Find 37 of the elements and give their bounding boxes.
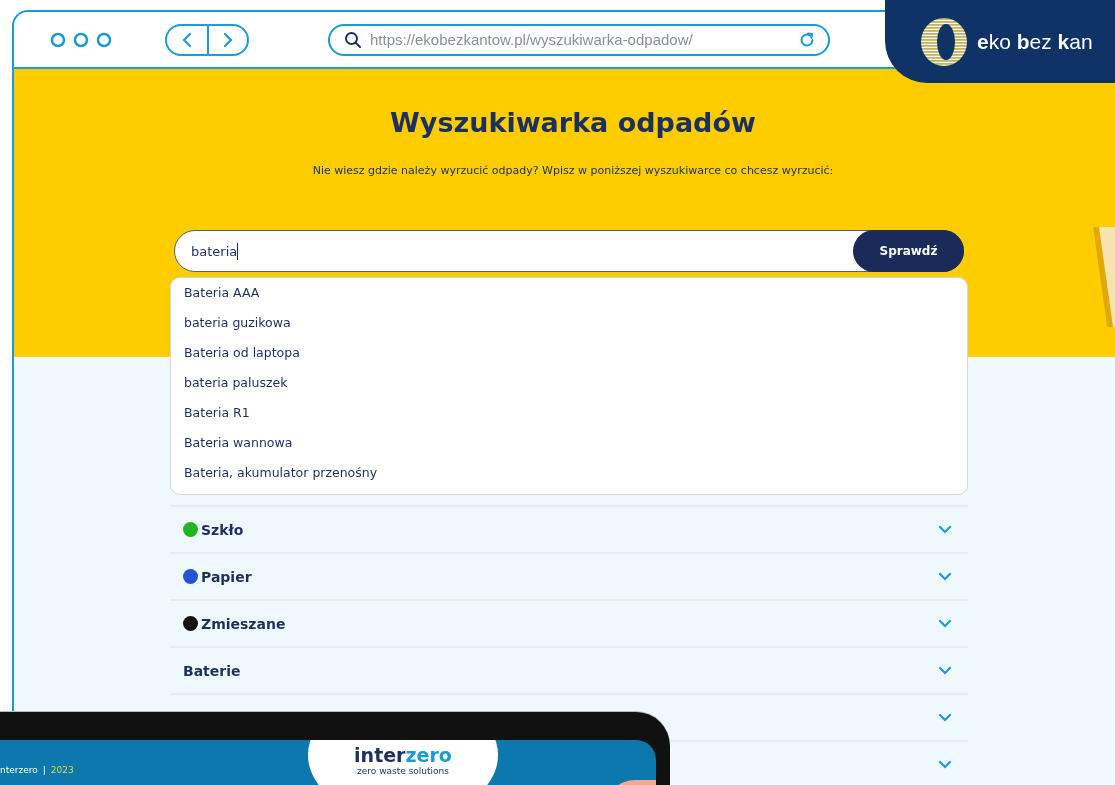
category-label: Zmieszane — [201, 615, 286, 632]
chevron-down-icon — [938, 571, 952, 582]
window-dots-icon — [50, 31, 112, 48]
category-row[interactable]: Zmieszane — [170, 599, 968, 646]
chevron-right-icon — [222, 31, 234, 48]
chevron-down-icon — [938, 712, 952, 723]
category-label: Baterie — [183, 662, 241, 679]
brand-name: eko bez kan — [977, 29, 1093, 54]
suggestion-item[interactable]: Bateria od laptopa — [171, 340, 967, 370]
category-row[interactable]: Papier — [170, 552, 968, 599]
suggestion-item[interactable]: Bateria R1 — [171, 400, 967, 430]
footer-separator: | — [42, 765, 46, 775]
page-title: Wyszukiwarka odpadów — [390, 107, 756, 138]
striped-ring-icon — [919, 16, 969, 67]
category-label: Szkło — [201, 521, 244, 538]
suggestion-item[interactable]: bateria paluszek — [171, 370, 967, 400]
category-label: Papier — [201, 568, 252, 585]
page-subtitle: Nie wiesz gdzie należy wyrzucić odpady? Wpisz w poniższej wyszukiwarce co chcesz wyrzucić: — [312, 164, 834, 177]
footer-brand: nterzero — [0, 765, 38, 775]
footer-year: 2023 — [50, 765, 74, 775]
chevron-down-icon — [938, 759, 952, 770]
search-icon — [344, 30, 362, 49]
category-row[interactable]: Szkło — [170, 505, 968, 552]
suggestion-item[interactable]: Bateria AAA — [171, 280, 967, 310]
suggestion-item[interactable]: Bateria wannowa — [171, 430, 967, 460]
brand-logo: interzero — [354, 744, 452, 766]
chevron-down-icon — [938, 618, 952, 629]
chevron-down-icon — [938, 524, 952, 535]
category-row[interactable]: Baterie — [170, 646, 968, 693]
chevron-down-icon — [938, 665, 952, 676]
check-button[interactable]: Sprawdź — [853, 230, 964, 272]
search-field[interactable]: bateria Sprawdź — [174, 230, 964, 272]
chevron-left-icon — [181, 31, 193, 48]
suggestion-item[interactable]: bateria guzikowa — [171, 310, 967, 340]
brand-tagline: zero waste solutions — [357, 766, 449, 776]
suggestion-item[interactable]: Bateria, akumulator przenośny — [171, 460, 967, 490]
reload-icon[interactable] — [798, 30, 816, 49]
